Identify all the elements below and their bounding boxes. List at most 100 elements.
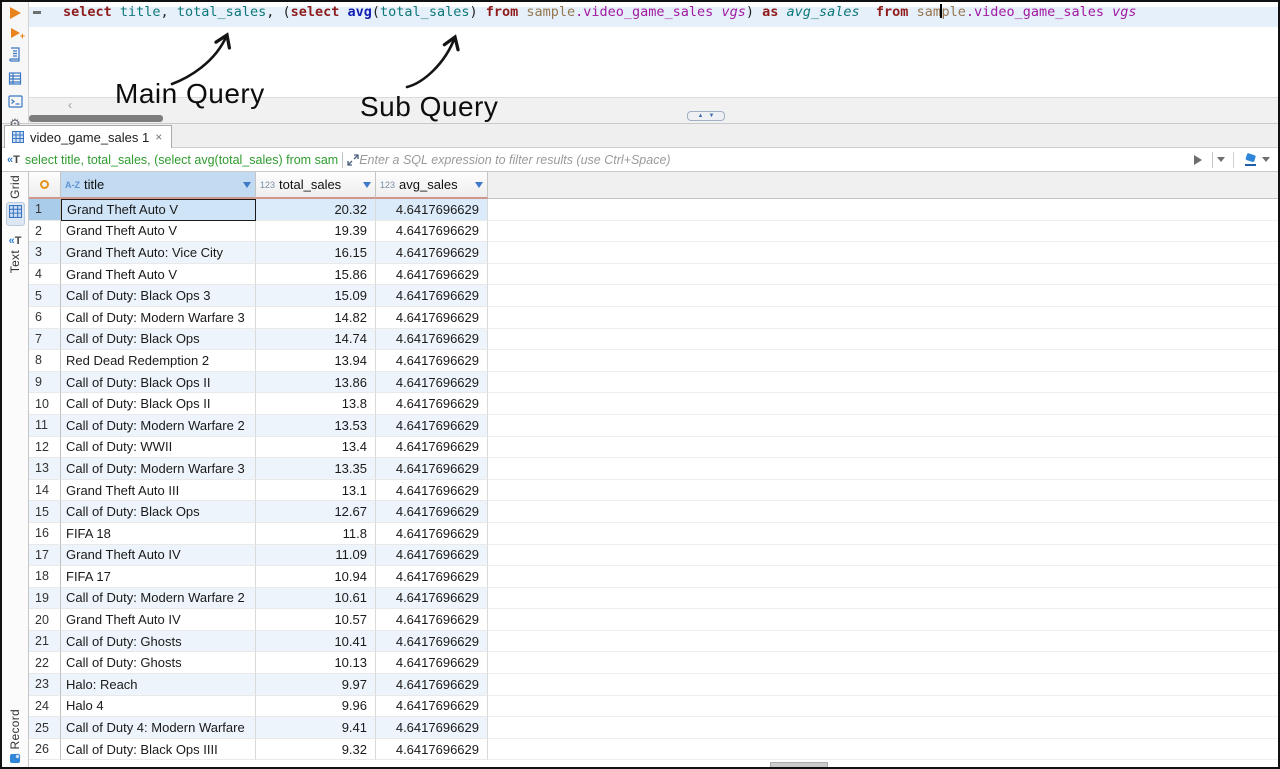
apply-filter-button[interactable] (1194, 154, 1202, 165)
row-number-cell[interactable]: 7 (29, 328, 61, 351)
table-row[interactable]: 13 Call of Duty: Modern Warfare 3 13.35 … (29, 458, 1278, 480)
cell-total-sales[interactable]: 13.94 (256, 350, 376, 372)
explain-plan-button[interactable] (6, 71, 24, 86)
row-number-cell[interactable]: 11 (29, 414, 61, 437)
sql-editor-canvas[interactable]: select title, total_sales, (select avg(t… (29, 2, 1278, 98)
cell-avg-sales[interactable]: 4.6417696629 (376, 220, 488, 243)
cell-avg-sales[interactable]: 4.6417696629 (376, 371, 488, 394)
cell-title[interactable]: Grand Theft Auto V (61, 220, 256, 243)
cell-title[interactable]: Call of Duty: Black Ops IIII (61, 738, 256, 761)
row-number-cell[interactable]: 20 (29, 609, 61, 631)
row-number-cell[interactable]: 2 (29, 220, 61, 243)
row-number-cell[interactable]: 26 (29, 738, 61, 761)
cell-avg-sales[interactable]: 4.6417696629 (376, 566, 488, 588)
execute-new-tab-button[interactable]: + (6, 28, 25, 41)
row-number-cell[interactable]: 16 (29, 522, 61, 545)
cell-avg-sales[interactable]: 4.6417696629 (376, 285, 488, 307)
row-number-cell[interactable]: 8 (29, 350, 61, 372)
table-row[interactable]: 20 Grand Theft Auto IV 10.57 4.641769662… (29, 609, 1278, 631)
cell-total-sales[interactable]: 10.61 (256, 587, 376, 610)
table-row[interactable]: 8 Red Dead Redemption 2 13.94 4.64176966… (29, 350, 1278, 372)
cell-avg-sales[interactable]: 4.6417696629 (376, 609, 488, 631)
panel-splitter-control[interactable]: ▲ ▼ (687, 111, 725, 122)
cell-total-sales[interactable]: 10.13 (256, 652, 376, 675)
cell-avg-sales[interactable]: 4.6417696629 (376, 306, 488, 329)
clear-filter-dropdown-icon[interactable] (1262, 157, 1270, 162)
cell-title[interactable]: Call of Duty: Modern Warfare 3 (61, 306, 256, 329)
cell-avg-sales[interactable]: 4.6417696629 (376, 652, 488, 675)
table-row[interactable]: 7 Call of Duty: Black Ops 14.74 4.641769… (29, 328, 1278, 351)
cell-total-sales[interactable]: 13.4 (256, 436, 376, 459)
presentation-tab-grid[interactable]: Grid (5, 175, 25, 226)
table-row[interactable]: 5 Call of Duty: Black Ops 3 15.09 4.6417… (29, 285, 1278, 307)
cell-title[interactable]: Call of Duty: Black Ops II (61, 393, 256, 415)
cell-title[interactable]: Grand Theft Auto IV (61, 609, 256, 631)
cell-avg-sales[interactable]: 4.6417696629 (376, 479, 488, 502)
cell-total-sales[interactable]: 14.82 (256, 306, 376, 329)
column-header-total-sales[interactable]: 123 total_sales (256, 172, 376, 199)
cell-total-sales[interactable]: 13.1 (256, 479, 376, 502)
table-row[interactable]: 3 Grand Theft Auto: Vice City 16.15 4.64… (29, 242, 1278, 264)
cell-total-sales[interactable]: 9.41 (256, 717, 376, 739)
cell-avg-sales[interactable]: 4.6417696629 (376, 350, 488, 372)
open-console-button[interactable] (6, 95, 24, 108)
row-number-cell[interactable]: 25 (29, 717, 61, 739)
cell-title[interactable]: Call of Duty: Black Ops (61, 501, 256, 523)
cell-avg-sales[interactable]: 4.6417696629 (376, 522, 488, 545)
select-all-corner-cell[interactable] (29, 172, 61, 199)
cell-total-sales[interactable]: 10.94 (256, 566, 376, 588)
cell-title[interactable]: Call of Duty: Black Ops (61, 328, 256, 351)
table-row[interactable]: 22 Call of Duty: Ghosts 10.13 4.64176966… (29, 652, 1278, 675)
cell-total-sales[interactable]: 19.39 (256, 220, 376, 243)
cell-total-sales[interactable]: 9.96 (256, 695, 376, 718)
cell-total-sales[interactable]: 15.86 (256, 263, 376, 286)
table-row[interactable]: 9 Call of Duty: Black Ops II 13.86 4.641… (29, 371, 1278, 394)
row-number-cell[interactable]: 4 (29, 263, 61, 286)
cell-avg-sales[interactable]: 4.6417696629 (376, 263, 488, 286)
cell-avg-sales[interactable]: 4.6417696629 (376, 199, 488, 221)
cell-total-sales[interactable]: 9.32 (256, 738, 376, 761)
table-row[interactable]: 10 Call of Duty: Black Ops II 13.8 4.641… (29, 393, 1278, 415)
column-menu-icon[interactable] (243, 181, 251, 188)
cell-title[interactable]: Call of Duty: Ghosts (61, 630, 256, 653)
cell-title[interactable]: Call of Duty: Modern Warfare 2 (61, 587, 256, 610)
table-row[interactable]: 12 Call of Duty: WWII 13.4 4.6417696629 (29, 436, 1278, 459)
cell-title[interactable]: Halo 4 (61, 695, 256, 718)
tab-close-icon[interactable]: × (155, 130, 162, 144)
cell-total-sales[interactable]: 13.86 (256, 371, 376, 394)
collapse-left-chevron-icon[interactable]: ‹ (68, 99, 72, 111)
table-row[interactable]: 26 Call of Duty: Black Ops IIII 9.32 4.6… (29, 738, 1278, 761)
editor-horizontal-scrollbar-thumb[interactable] (29, 115, 163, 122)
table-row[interactable]: 19 Call of Duty: Modern Warfare 2 10.61 … (29, 587, 1278, 610)
record-mode-toggle[interactable]: Record (8, 709, 22, 765)
table-row[interactable]: 23 Halo: Reach 9.97 4.6417696629 (29, 674, 1278, 696)
row-number-cell[interactable]: 19 (29, 587, 61, 610)
cell-avg-sales[interactable]: 4.6417696629 (376, 695, 488, 718)
column-header-avg-sales[interactable]: 123 avg_sales (376, 172, 488, 199)
cell-title[interactable]: Grand Theft Auto V (61, 199, 256, 221)
row-number-cell[interactable]: 1 (29, 199, 61, 221)
cell-title[interactable]: Red Dead Redemption 2 (61, 350, 256, 372)
filter-query-preview[interactable]: select title, total_sales, (select avg(t… (25, 153, 338, 167)
table-row[interactable]: 24 Halo 4 9.96 4.6417696629 (29, 695, 1278, 718)
cell-title[interactable]: Call of Duty 4: Modern Warfare (61, 717, 256, 739)
row-number-cell[interactable]: 3 (29, 242, 61, 264)
table-row[interactable]: 2 Grand Theft Auto V 19.39 4.6417696629 (29, 220, 1278, 243)
cell-total-sales[interactable]: 11.8 (256, 522, 376, 545)
cell-title[interactable]: Call of Duty: Black Ops 3 (61, 285, 256, 307)
sql-code-line[interactable]: select title, total_sales, (select avg(t… (63, 4, 1137, 20)
cell-title[interactable]: Halo: Reach (61, 674, 256, 696)
cell-avg-sales[interactable]: 4.6417696629 (376, 717, 488, 739)
cell-avg-sales[interactable]: 4.6417696629 (376, 674, 488, 696)
cell-avg-sales[interactable]: 4.6417696629 (376, 393, 488, 415)
column-menu-icon[interactable] (475, 181, 483, 188)
table-row[interactable]: 14 Grand Theft Auto III 13.1 4.641769662… (29, 479, 1278, 502)
cell-title[interactable]: Call of Duty: Modern Warfare 3 (61, 458, 256, 480)
execute-statement-button[interactable] (6, 7, 24, 19)
row-number-cell[interactable]: 15 (29, 501, 61, 523)
row-number-cell[interactable]: 17 (29, 544, 61, 567)
eraser-icon[interactable] (1242, 152, 1259, 167)
row-number-cell[interactable]: 18 (29, 566, 61, 588)
execute-script-button[interactable] (6, 47, 24, 62)
cell-total-sales[interactable]: 12.67 (256, 501, 376, 523)
